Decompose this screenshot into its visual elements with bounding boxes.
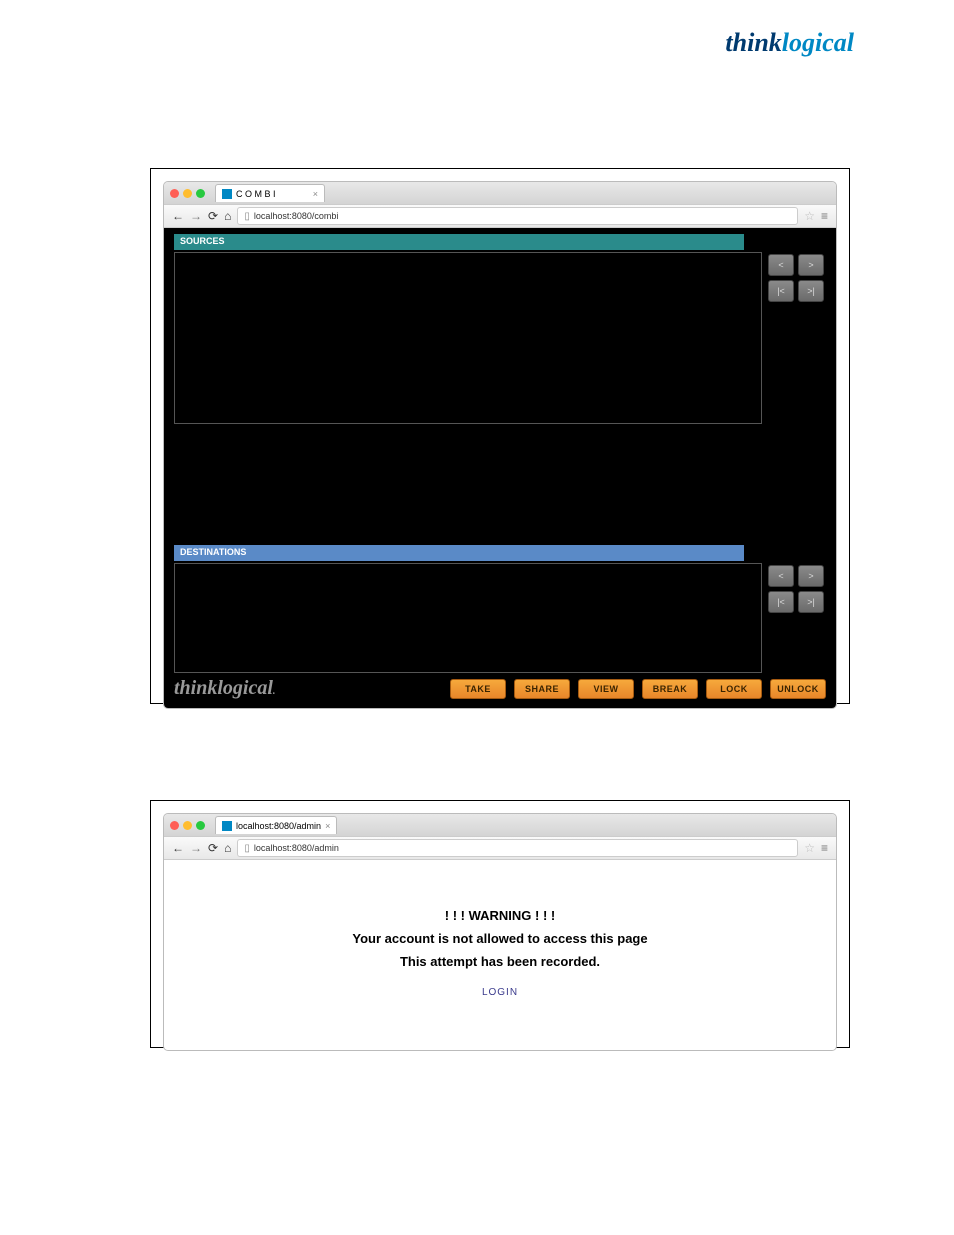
destinations-row: < > |< >|: [174, 563, 826, 673]
home-icon[interactable]: ⌂: [224, 210, 231, 222]
forward-icon[interactable]: →: [190, 842, 202, 854]
sources-row: < > |< >|: [174, 252, 826, 424]
tab-title-admin: localhost:8080/admin: [236, 821, 321, 831]
page-icon: ▯: [244, 211, 250, 222]
sources-first-button[interactable]: |<: [768, 280, 794, 302]
tab-strip-admin: localhost:8080/admin ×: [164, 814, 836, 836]
warning-page-content: ! ! ! WARNING ! ! ! Your account is not …: [164, 860, 836, 1050]
take-button[interactable]: TAKE: [450, 679, 506, 699]
reload-icon[interactable]: ⟳: [208, 842, 218, 854]
figure-combi-app: C O M B I × ← → ⟳ ⌂ ▯ localhost:8080/com…: [150, 168, 850, 704]
url-text: localhost:8080/combi: [254, 211, 339, 221]
warning-line-1: Your account is not allowed to access th…: [352, 931, 647, 946]
sources-nav-pad: < > |< >|: [768, 252, 826, 424]
browser-tab[interactable]: C O M B I ×: [215, 184, 325, 202]
dest-first-button[interactable]: |<: [768, 591, 794, 613]
destinations-header: DESTINATIONS: [174, 545, 744, 561]
sources-last-button[interactable]: >|: [798, 280, 824, 302]
warning-line-2: This attempt has been recorded.: [400, 954, 600, 969]
warning-title: ! ! ! WARNING ! ! !: [445, 908, 555, 923]
bookmark-icon[interactable]: ☆: [804, 841, 815, 855]
menu-icon[interactable]: ≡: [821, 841, 828, 855]
page-icon: ▯: [244, 843, 250, 854]
browser-window: C O M B I × ← → ⟳ ⌂ ▯ localhost:8080/com…: [163, 181, 837, 709]
footer-logo-text: thinklogical: [174, 677, 273, 699]
logo-think: think: [725, 28, 781, 57]
browser-toolbar-admin: ← → ⟳ ⌂ ▯ localhost:8080/admin ☆ ≡: [164, 836, 836, 860]
menu-icon[interactable]: ≡: [821, 209, 828, 223]
dest-next-button[interactable]: >: [798, 565, 824, 587]
footer-logo: thinklogical.: [174, 677, 275, 700]
tab-strip: C O M B I ×: [164, 182, 836, 204]
browser-window-admin: localhost:8080/admin × ← → ⟳ ⌂ ▯ localho…: [163, 813, 837, 1051]
tab-close-icon[interactable]: ×: [325, 821, 330, 831]
address-bar[interactable]: ▯ localhost:8080/combi: [237, 207, 798, 225]
forward-icon[interactable]: →: [190, 210, 202, 222]
sources-header: SOURCES: [174, 234, 744, 250]
address-bar-admin[interactable]: ▯ localhost:8080/admin: [237, 839, 798, 857]
page-header-logo: thinklogical: [725, 28, 854, 58]
reload-icon[interactable]: ⟳: [208, 210, 218, 222]
tab-close-icon[interactable]: ×: [313, 189, 318, 199]
dest-prev-button[interactable]: <: [768, 565, 794, 587]
window-controls[interactable]: [170, 189, 205, 198]
sources-panel[interactable]: [174, 252, 762, 424]
back-icon[interactable]: ←: [172, 842, 184, 854]
bookmark-icon[interactable]: ☆: [804, 209, 815, 223]
destinations-nav-pad: < > |< >|: [768, 563, 826, 673]
sources-next-button[interactable]: >: [798, 254, 824, 276]
close-icon[interactable]: [170, 821, 179, 830]
url-text-admin: localhost:8080/admin: [254, 843, 339, 853]
window-controls-admin[interactable]: [170, 821, 205, 830]
destinations-panel[interactable]: [174, 563, 762, 673]
sources-prev-button[interactable]: <: [768, 254, 794, 276]
tab-title: C O M B I: [236, 189, 276, 199]
figure-warning-page: localhost:8080/admin × ← → ⟳ ⌂ ▯ localho…: [150, 800, 850, 1048]
share-button[interactable]: SHARE: [514, 679, 570, 699]
break-button[interactable]: BREAK: [642, 679, 698, 699]
app-gap: [164, 424, 836, 539]
minimize-icon[interactable]: [183, 189, 192, 198]
favicon-icon: [222, 821, 232, 831]
browser-tab-admin[interactable]: localhost:8080/admin ×: [215, 816, 337, 834]
app-footer: thinklogical. TAKE SHARE VIEW BREAK LOCK…: [164, 673, 836, 708]
logo-logical: logical: [782, 28, 854, 57]
unlock-button[interactable]: UNLOCK: [770, 679, 826, 699]
favicon-icon: [222, 189, 232, 199]
browser-toolbar: ← → ⟳ ⌂ ▯ localhost:8080/combi ☆ ≡: [164, 204, 836, 228]
zoom-icon[interactable]: [196, 189, 205, 198]
home-icon[interactable]: ⌂: [224, 842, 231, 854]
view-button[interactable]: VIEW: [578, 679, 634, 699]
zoom-icon[interactable]: [196, 821, 205, 830]
minimize-icon[interactable]: [183, 821, 192, 830]
lock-button[interactable]: LOCK: [706, 679, 762, 699]
close-icon[interactable]: [170, 189, 179, 198]
login-link[interactable]: LOGIN: [482, 987, 518, 998]
back-icon[interactable]: ←: [172, 210, 184, 222]
combi-app: SOURCES < > |< >| DESTINATIONS < > |< >: [164, 228, 836, 708]
dest-last-button[interactable]: >|: [798, 591, 824, 613]
